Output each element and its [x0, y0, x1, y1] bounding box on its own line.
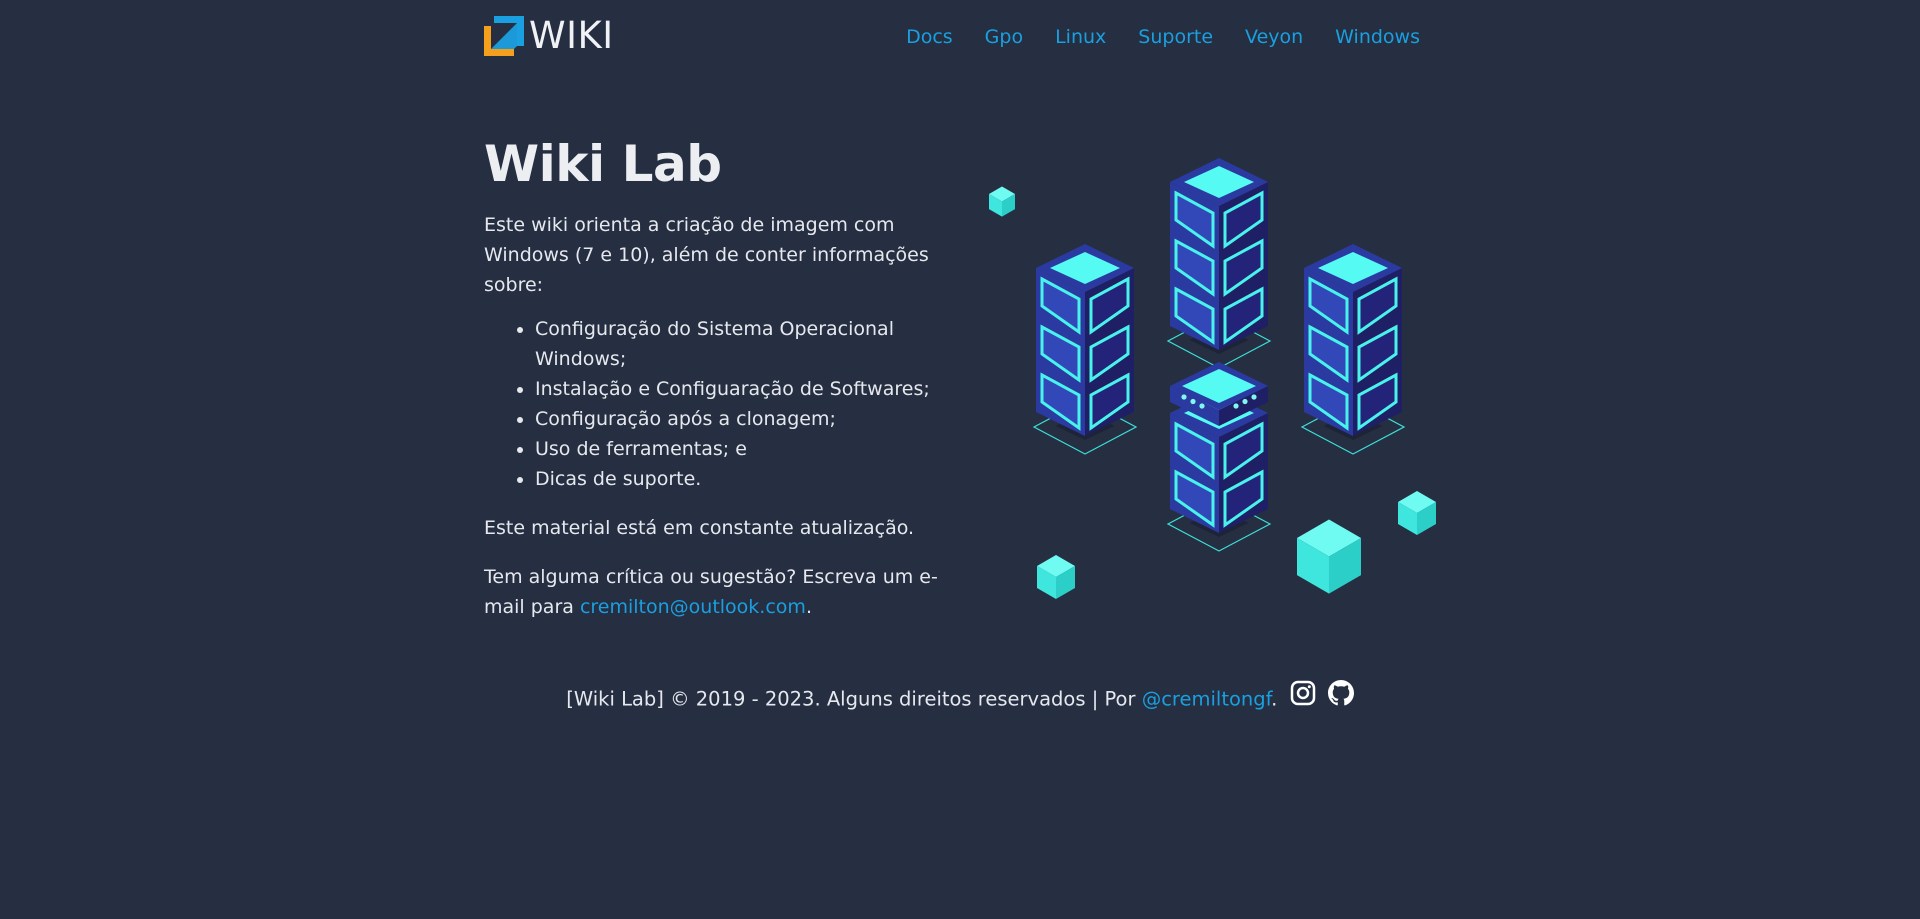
servers-illustration: [986, 150, 1438, 600]
nav-gpo[interactable]: Gpo: [985, 26, 1023, 48]
github-icon[interactable]: [1327, 680, 1354, 716]
nav-suporte[interactable]: Suporte: [1138, 26, 1213, 48]
list-item: Configuração do Sistema Operacional Wind…: [535, 314, 968, 374]
site-footer: [Wiki Lab] © 2019 - 2023. Alguns direito…: [0, 680, 1920, 718]
footer-handle-link[interactable]: @cremiltongf: [1142, 688, 1271, 711]
page-title: Wiki Lab: [484, 135, 722, 193]
site-header: WIKI Docs Gpo Linux Suporte Veyon Window…: [484, 16, 1420, 64]
nav-veyon[interactable]: Veyon: [1245, 26, 1303, 48]
instagram-icon[interactable]: [1290, 680, 1316, 716]
list-item: Uso de ferramentas; e: [535, 434, 968, 464]
list-item: Dicas de suporte.: [535, 464, 968, 494]
nav-windows[interactable]: Windows: [1335, 26, 1420, 48]
intro-text: Este wiki orienta a criação de imagem co…: [484, 214, 929, 296]
contact-suffix: .: [805, 596, 812, 618]
servers-illustration-graphic: [989, 158, 1436, 600]
router-led: [1242, 398, 1248, 405]
router-led: [1190, 398, 1196, 405]
footer-suffix: .: [1271, 687, 1278, 711]
footer-text: [Wiki Lab] © 2019 - 2023. Alguns direito…: [566, 687, 1142, 711]
list-item: Instalação e Configuaração de Softwares;: [535, 374, 968, 404]
topics-list: Configuração do Sistema Operacional Wind…: [484, 314, 968, 494]
router-led: [1181, 394, 1187, 400]
router-led: [1233, 403, 1239, 409]
contact-email-link[interactable]: cremilton@outlook.com: [580, 596, 806, 618]
list-item: Configuração após a clonagem;: [535, 404, 968, 434]
router-led: [1251, 394, 1257, 400]
logo-text: WIKI: [529, 14, 614, 57]
main-nav: Docs Gpo Linux Suporte Veyon Windows: [906, 26, 1420, 48]
update-note: Este material está em constante atualiza…: [484, 517, 915, 539]
logo-mark-icon: [484, 16, 524, 56]
router-led: [1199, 403, 1205, 409]
main-content: Wiki Lab Este wiki orienta a criação de …: [484, 132, 968, 622]
contact-text: Tem alguma crítica ou sugestão? Escreva …: [484, 562, 968, 622]
site-logo[interactable]: WIKI: [484, 16, 614, 56]
nav-docs[interactable]: Docs: [906, 26, 953, 48]
nav-linux[interactable]: Linux: [1055, 26, 1106, 48]
